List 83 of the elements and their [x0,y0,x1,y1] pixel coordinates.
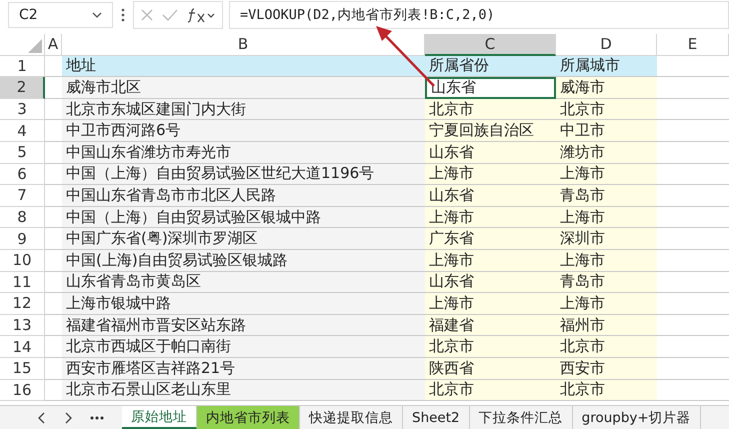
table-cell: 北京市 [556,98,657,120]
table-cell: 威海市北区 [62,77,425,99]
row-header[interactable]: 15 [0,358,45,380]
row-header[interactable]: 3 [0,98,45,120]
table-cell: 上海市 [556,206,657,228]
table-cell: 潍坊市 [556,142,657,164]
table-cell: 北京市 [556,336,657,358]
table-cell: 青岛市 [556,272,657,294]
name-box[interactable]: C2 [8,2,113,28]
row-header[interactable]: 16 [0,380,45,402]
row-header[interactable]: 7 [0,185,45,207]
table-cell: 上海市 [425,293,556,315]
table-cell: 西安市 [556,358,657,380]
table-cell: 上海市 [556,250,657,272]
table-cell: 地址 [62,56,425,78]
table-cell: 深圳市 [556,228,657,250]
row-header[interactable]: 8 [0,206,45,228]
table-cell: 北京市石景山区老山东里 [62,380,425,402]
column-header[interactable]: C [425,34,556,56]
column-header[interactable]: B [62,34,425,56]
sheet-tab[interactable]: 原始地址 [122,406,197,429]
table-cell: 宁夏回族自治区 [425,120,556,142]
column-header[interactable]: D [556,34,657,56]
sheet-tab[interactable]: 内地省市列表 [197,406,300,429]
table-cell: 上海市 [425,206,556,228]
row-header[interactable]: 14 [0,336,45,358]
row-header[interactable]: 4 [0,120,45,142]
table-cell: 青岛市 [556,185,657,207]
dropdown-icon [92,12,102,18]
table-cell: 上海市 [425,250,556,272]
table-cell: 中国（上海）自由贸易试验区世纪大道1196号 [62,164,425,186]
table-cell: 北京市 [425,336,556,358]
table-cell: 山东省 [425,272,556,294]
next-sheet-icon[interactable] [64,412,72,424]
column-header[interactable]: E [657,34,729,56]
table-cell: 中国（上海）自由贸易试验区银城中路 [62,206,425,228]
sheet-tab[interactable]: Sheet2 [403,406,470,429]
table-cell: 中卫市 [556,120,657,142]
sheet-tab[interactable]: 快递提取信息 [300,406,403,429]
table-cell: 北京市 [425,380,556,402]
sheet-tab[interactable]: groupby+切片器 [572,406,701,429]
table-cell: 西安市雁塔区吉祥路21号 [62,358,425,380]
table-cell: 威海市 [556,77,657,99]
table-cell: 所属城市 [556,56,657,78]
table-cell: 北京市 [556,380,657,402]
column-header[interactable]: A [45,34,62,56]
table-cell: 山东省 [425,142,556,164]
table-cell: 上海市 [556,293,657,315]
table-cell: 北京市 [425,98,556,120]
table-cell: 中国山东省青岛市市北区人民路 [62,185,425,207]
sheet-tab[interactable]: 下拉条件汇总 [470,406,573,429]
table-cell: 上海市银城中路 [62,293,425,315]
table-cell: 上海市 [425,164,556,186]
check-icon[interactable] [162,8,178,22]
previous-sheet-icon[interactable] [38,412,46,424]
table-cell: 上海市 [556,164,657,186]
table-cell: 中国山东省潍坊市寿光市 [62,142,425,164]
table-cell: 所属省份 [425,56,556,78]
table-cell: 中国广东省(粤)深圳市罗湖区 [62,228,425,250]
table-cell: 山东省 [425,185,556,207]
table-cell: 中卫市西河路6号 [62,120,425,142]
row-header[interactable]: 11 [0,272,45,294]
formula-field[interactable]: =VLOOKUP(D2,内地省市列表!B:C,2,0) [229,1,729,29]
table-cell: 广东省 [425,228,556,250]
table-cell: 陕西省 [425,358,556,380]
row-header[interactable]: 10 [0,250,45,272]
function-icon[interactable] [186,6,216,24]
more-sheets-icon[interactable] [90,416,104,420]
row-header[interactable]: 12 [0,293,45,315]
table-cell: 北京市东城区建国门内大街 [62,98,425,120]
row-header[interactable]: 13 [0,314,45,336]
row-header[interactable]: 2 [0,77,45,99]
row-header[interactable]: 9 [0,228,45,250]
table-cell: 福州市 [556,314,657,336]
table-cell: 福建省福州市晋安区站东路 [62,314,425,336]
table-cell: 福建省 [425,314,556,336]
row-header[interactable]: 6 [0,164,45,186]
table-cell: 山东省青岛市黄岛区 [62,272,425,294]
row-header[interactable]: 1 [0,56,45,78]
table-cell: 北京市西城区于帕口南街 [62,336,425,358]
table-cell: 中国(上海)自由贸易试验区银城路 [62,250,425,272]
more-icon[interactable] [121,8,125,22]
row-header[interactable]: 5 [0,142,45,164]
